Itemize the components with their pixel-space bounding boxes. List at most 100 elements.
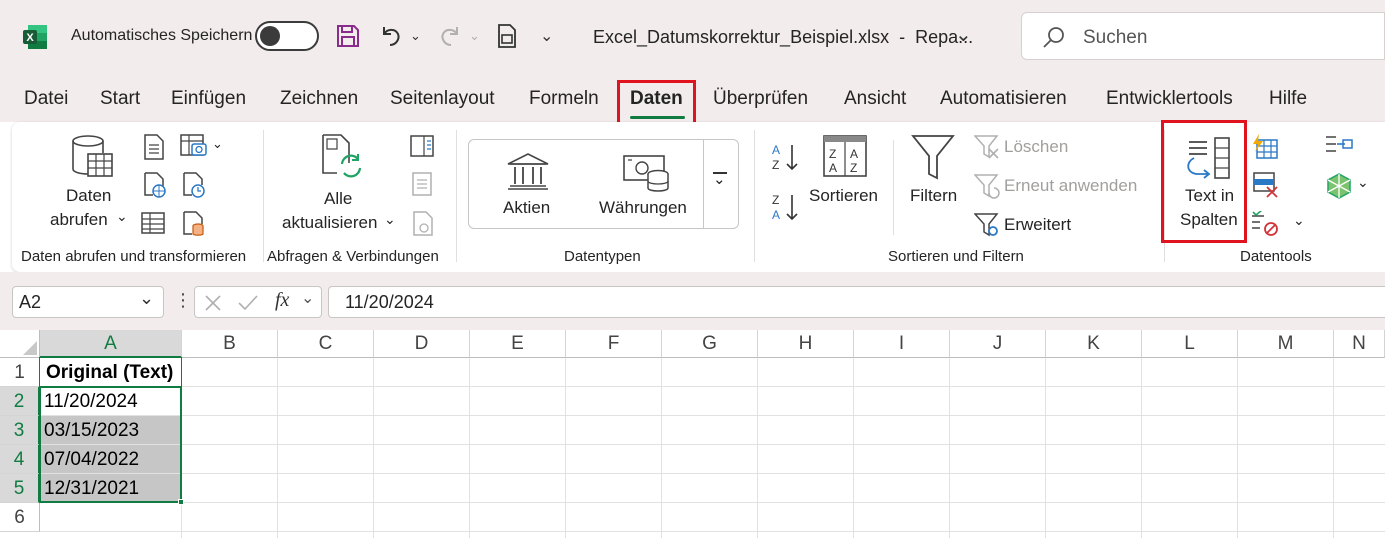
- fill-handle[interactable]: [178, 499, 184, 505]
- column-header-d[interactable]: D: [374, 330, 470, 358]
- redo-icon: [437, 23, 463, 49]
- database-table-icon: [70, 134, 114, 180]
- gridline: [40, 415, 1385, 416]
- title-chevron-down-icon[interactable]: ⌄: [955, 22, 972, 47]
- refresh-all-chevron-icon[interactable]: ⌄: [384, 211, 396, 228]
- save-icon[interactable]: [336, 24, 360, 48]
- group-queries: Abfragen & Verbindungen: [267, 248, 439, 265]
- gridline: [40, 444, 1385, 445]
- row-header-1[interactable]: 1: [0, 358, 40, 387]
- tab-formeln[interactable]: Formeln: [529, 88, 599, 110]
- from-table-icon[interactable]: [141, 212, 165, 234]
- gridline: [1237, 358, 1238, 538]
- tab-datei[interactable]: Datei: [24, 88, 68, 110]
- data-model-chevron-icon[interactable]: ⌄: [1357, 174, 1369, 191]
- column-header-c[interactable]: C: [278, 330, 374, 358]
- select-all-corner[interactable]: [0, 330, 40, 358]
- stocks-label[interactable]: Aktien: [503, 198, 550, 218]
- tab-zeichnen[interactable]: Zeichnen: [280, 88, 358, 110]
- column-header-m[interactable]: M: [1238, 330, 1334, 358]
- tab-seitenlayout[interactable]: Seitenlayout: [390, 88, 495, 110]
- autosave-toggle[interactable]: [255, 21, 319, 51]
- column-header-b[interactable]: B: [182, 330, 278, 358]
- gridline: [853, 358, 854, 538]
- tab-hilfe[interactable]: Hilfe: [1269, 88, 1307, 110]
- row-header-5[interactable]: 5: [0, 474, 40, 503]
- from-text-icon[interactable]: [143, 134, 165, 160]
- column-header-n[interactable]: N: [1334, 330, 1385, 358]
- worksheet-grid[interactable]: [0, 330, 1385, 538]
- sort-asc-icon[interactable]: AZ: [771, 142, 799, 172]
- column-header-h[interactable]: H: [758, 330, 854, 358]
- tab-ansicht[interactable]: Ansicht: [844, 88, 906, 110]
- column-header-i[interactable]: I: [854, 330, 950, 358]
- column-header-g[interactable]: G: [662, 330, 758, 358]
- from-web-icon[interactable]: [143, 172, 167, 198]
- advanced-label[interactable]: Erweitert: [1004, 215, 1071, 235]
- row-header-6[interactable]: 6: [0, 503, 40, 532]
- search-icon: [1043, 27, 1064, 48]
- svg-text:A: A: [850, 147, 858, 161]
- flash-fill-icon[interactable]: [1251, 134, 1279, 160]
- remove-duplicates-icon[interactable]: [1253, 172, 1279, 198]
- get-data-label-2[interactable]: abrufen: [50, 210, 108, 230]
- tab-automatisieren[interactable]: Automatisieren: [940, 88, 1067, 110]
- insert-function-icon[interactable]: fx: [275, 289, 289, 312]
- row-header-2[interactable]: 2: [0, 387, 40, 416]
- sort-desc-icon[interactable]: ZA: [771, 192, 799, 222]
- name-box-chevron-icon[interactable]: ⌄: [139, 288, 154, 309]
- excel-logo-icon: X: [22, 24, 48, 50]
- gridline: [469, 358, 470, 538]
- formula-bar-grip-icon[interactable]: ⋮: [174, 290, 192, 311]
- column-header-a[interactable]: A: [40, 330, 182, 358]
- group-datatools: Datentools: [1240, 248, 1312, 265]
- formula-buttons: fx ⌄: [194, 286, 322, 318]
- gridline: [277, 358, 278, 538]
- customize-toolbar-icon[interactable]: ⌄: [540, 26, 553, 46]
- tab-einfuegen[interactable]: Einfügen: [171, 88, 246, 110]
- queries-connections-icon[interactable]: [410, 135, 434, 157]
- tab-start[interactable]: Start: [100, 88, 140, 110]
- data-validation-icon[interactable]: [1251, 209, 1279, 237]
- document-title[interactable]: Excel_Datumskorrektur_Beispiel.xlsx - Re…: [593, 27, 973, 48]
- column-header-k[interactable]: K: [1046, 330, 1142, 358]
- column-header-l[interactable]: L: [1142, 330, 1238, 358]
- refresh-all-label-1[interactable]: Alle: [324, 189, 352, 209]
- tab-entwicklertools[interactable]: Entwicklertools: [1106, 88, 1233, 110]
- separator: [456, 130, 457, 262]
- existing-connections-icon[interactable]: [182, 211, 206, 237]
- from-picture-icon[interactable]: [180, 134, 208, 158]
- formula-input[interactable]: 11/20/2024: [328, 286, 1385, 318]
- separator: [754, 130, 755, 262]
- name-box[interactable]: A2 ⌄: [12, 286, 164, 318]
- column-header-j[interactable]: J: [950, 330, 1046, 358]
- fx-chevron-icon[interactable]: ⌄: [301, 288, 314, 308]
- filter-label[interactable]: Filtern: [910, 186, 957, 206]
- refresh-all-label-2[interactable]: aktualisieren: [282, 213, 377, 233]
- row-header-3[interactable]: 3: [0, 416, 40, 445]
- currencies-label[interactable]: Währungen: [599, 198, 687, 218]
- column-header-f[interactable]: F: [566, 330, 662, 358]
- row-header-4[interactable]: 4: [0, 445, 40, 474]
- search-box[interactable]: Suchen: [1021, 12, 1385, 60]
- get-data-label-1[interactable]: Daten: [66, 186, 111, 206]
- column-header-e[interactable]: E: [470, 330, 566, 358]
- consolidate-icon[interactable]: [1325, 134, 1353, 158]
- data-validation-chevron-icon[interactable]: ⌄: [1293, 212, 1305, 229]
- svg-text:Z: Z: [772, 158, 779, 172]
- properties-icon: [412, 172, 432, 196]
- data-model-icon[interactable]: [1325, 172, 1353, 200]
- undo-icon[interactable]: [378, 23, 404, 49]
- svg-text:A: A: [772, 143, 780, 157]
- enter-icon: [238, 295, 258, 311]
- svg-text:Z: Z: [772, 193, 779, 207]
- recent-sources-icon[interactable]: [182, 172, 206, 198]
- sort-label[interactable]: Sortieren: [809, 186, 878, 206]
- name-box-value: A2: [19, 292, 42, 312]
- from-picture-chevron-icon[interactable]: ⌄: [212, 136, 223, 152]
- get-data-chevron-icon[interactable]: ⌄: [116, 208, 128, 225]
- print-preview-icon[interactable]: [496, 23, 518, 49]
- undo-dropdown-chevron-icon[interactable]: ⌄: [410, 28, 421, 44]
- svg-text:A: A: [772, 208, 780, 222]
- tab-ueberpruefen[interactable]: Überprüfen: [713, 88, 808, 110]
